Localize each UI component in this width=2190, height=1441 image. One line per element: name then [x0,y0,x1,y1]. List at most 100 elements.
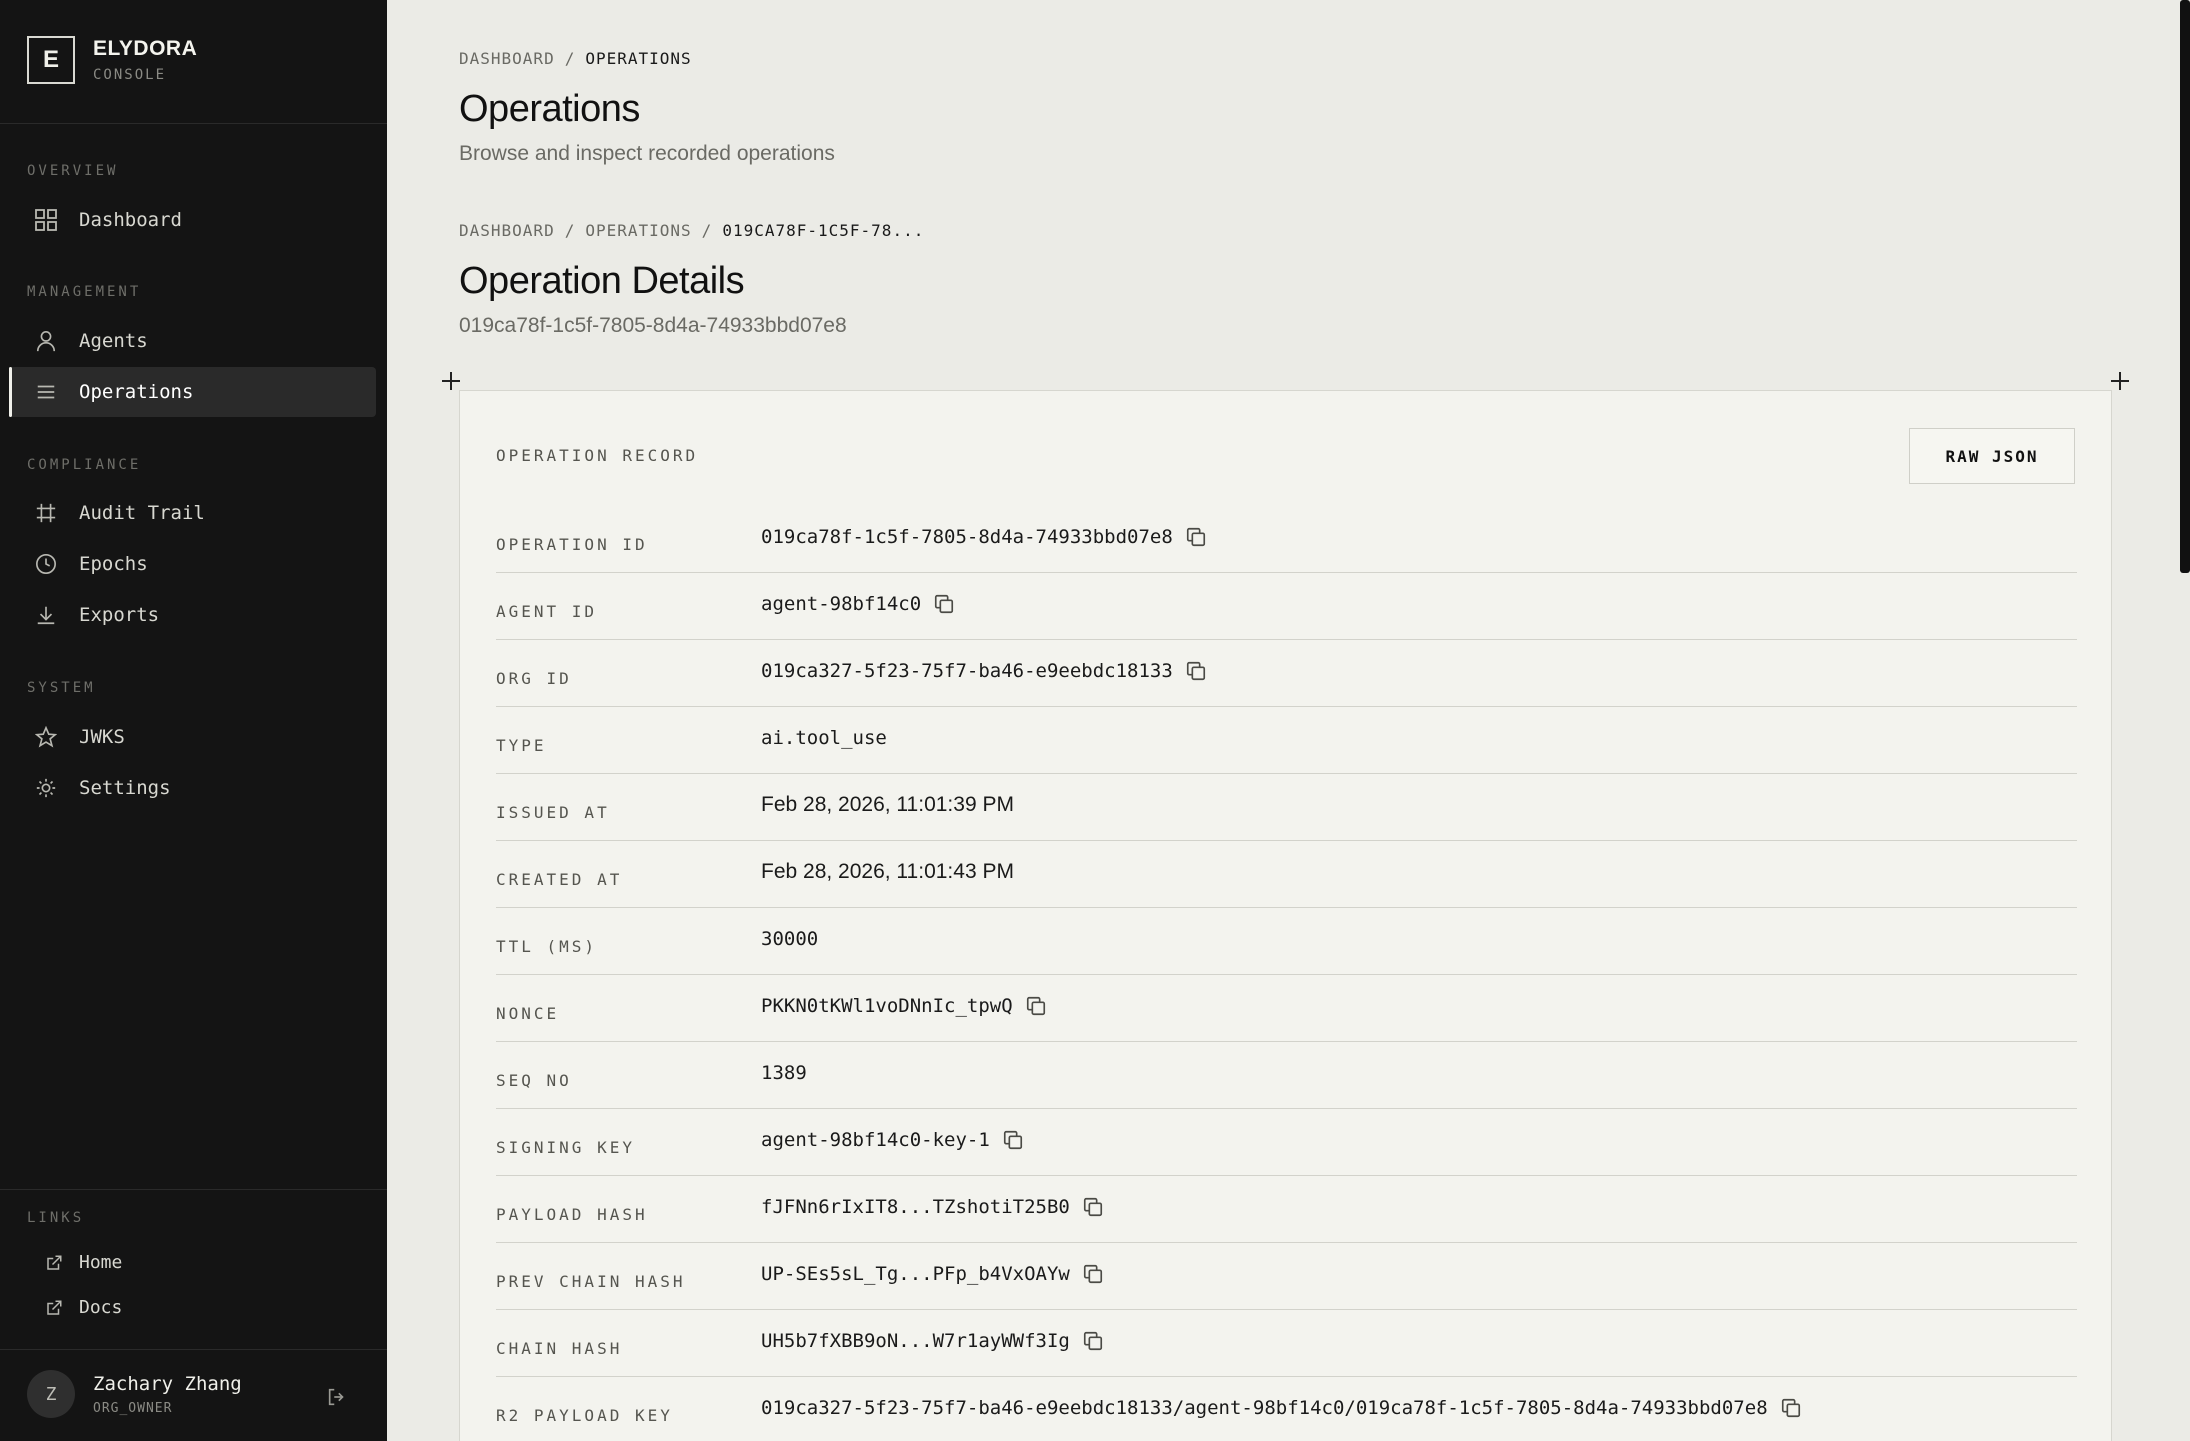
field-value: 30000 [761,928,818,950]
field-value-text: PKKN0tKWl1voDNnIc_tpwQ [761,995,1013,1017]
field-value-text: 30000 [761,928,819,950]
grid-icon [33,207,59,233]
main-content: DASHBOARD / OPERATIONS Operations Browse a… [387,0,2190,1441]
sidebar-item-label: Exports [79,604,160,626]
breadcrumb: DASHBOARD / OPERATIONS [459,49,692,68]
field-value: 019ca327-5f23-75f7-ba46-e9eebdc18133 [761,660,1207,682]
detail-breadcrumb: DASHBOARD / OPERATIONS/019CA78F-1C5F-78... [459,221,925,240]
field-value-text: 019ca78f-1c5f-7805-8d4a-74933bbd07e8 [761,526,1173,548]
sidebar: E ELYDORA CONSOLE OVERVIEW Dashboard MAN… [0,0,387,1441]
record-row: OPERATION ID 019ca78f-1c5f-7805-8d4a-7493… [496,506,2077,573]
record-row: PAYLOAD HASH fJFNn6rIxIT8...TZshotiT25B0 [496,1176,2077,1243]
card-title: OPERATION RECORD [496,446,699,465]
external-link-icon [45,1298,65,1318]
external-link-icon [45,1253,65,1273]
field-value-text: Feb 28, 2026, 11:01:39 PM [761,793,1014,816]
field-value: Feb 28, 2026, 11:01:43 PM [761,860,1014,884]
nav-section-compliance: COMPLIANCE [27,457,142,473]
field-value: 019ca78f-1c5f-7805-8d4a-74933bbd07e8 [761,526,1207,548]
sidebar-item-label: Agents [79,330,148,352]
page-subtitle: Browse and inspect recorded operations [459,142,835,165]
copy-icon[interactable] [1780,1397,1802,1419]
record-fields: OPERATION ID 019ca78f-1c5f-7805-8d4a-7493… [496,506,2077,1441]
record-row: SIGNING KEY agent-98bf14c0-key-1 [496,1109,2077,1176]
gear-icon [33,775,59,801]
link-label: Docs [79,1297,123,1318]
field-value: 019ca327-5f23-75f7-ba46-e9eebdc18133/age… [761,1397,1802,1419]
sidebar-item-exports[interactable]: Exports [9,590,376,640]
brand[interactable]: E ELYDORA CONSOLE [27,36,197,84]
field-label: R2 PAYLOAD KEY [496,1406,673,1425]
field-value: agent-98bf14c0 [761,593,955,615]
link-docs[interactable]: Docs [45,1297,122,1318]
nav-section-system: SYSTEM [27,680,96,696]
field-value: Feb 28, 2026, 11:01:39 PM [761,793,1014,817]
field-value: UH5b7fXBB9oN...W7r1ayWWf3Ig [761,1330,1104,1352]
record-row: TYPE ai.tool_use [496,707,2077,774]
record-row: R2 PAYLOAD KEY 019ca327-5f23-75f7-ba46-e9… [496,1377,2077,1441]
corner-marker [2111,372,2129,390]
field-value-text: UH5b7fXBB9oN...W7r1ayWWf3Ig [761,1330,1070,1352]
sidebar-divider [0,1349,387,1350]
clock-icon [33,551,59,577]
detail-title: Operation Details [459,260,745,302]
logout-icon[interactable] [326,1386,350,1410]
nav-section-links: LINKS [27,1210,85,1226]
breadcrumb-dashboard[interactable]: DASHBOARD [459,221,555,240]
field-label: SEQ NO [496,1071,572,1090]
copy-icon[interactable] [1082,1330,1104,1352]
record-row: NONCE PKKN0tKWl1voDNnIc_tpwQ [496,975,2077,1042]
copy-icon[interactable] [1002,1129,1024,1151]
field-label: CREATED AT [496,870,623,889]
field-value: ai.tool_use [761,727,887,749]
copy-icon[interactable] [1025,995,1047,1017]
copy-icon[interactable] [1082,1263,1104,1285]
field-value-text: Feb 28, 2026, 11:01:43 PM [761,860,1014,883]
link-home[interactable]: Home [45,1252,122,1273]
copy-icon[interactable] [1185,526,1207,548]
sidebar-item-operations[interactable]: Operations [9,367,376,417]
field-label: PREV CHAIN HASH [496,1272,686,1291]
sidebar-item-label: JWKS [79,726,125,748]
user-icon [33,328,59,354]
sidebar-item-dashboard[interactable]: Dashboard [9,195,376,245]
sidebar-item-settings[interactable]: Settings [9,763,376,813]
brand-subtitle: CONSOLE [93,67,167,83]
user-profile[interactable]: Z Zachary Zhang ORG_OWNER [27,1370,242,1418]
record-row: ORG ID 019ca327-5f23-75f7-ba46-e9eebdc181… [496,640,2077,707]
star-icon [33,724,59,750]
field-label: TYPE [496,736,547,755]
sidebar-item-label: Dashboard [79,209,182,231]
scrollbar[interactable] [2180,0,2190,573]
sidebar-item-jwks[interactable]: JWKS [9,712,376,762]
record-row: AGENT ID agent-98bf14c0 [496,573,2077,640]
field-label: CHAIN HASH [496,1339,623,1358]
copy-icon[interactable] [1082,1196,1104,1218]
raw-json-button[interactable]: RAW JSON [1909,428,2075,484]
operation-record-card: OPERATION RECORD RAW JSON OPERATION ID 01… [459,390,2112,1441]
sidebar-divider [0,123,387,124]
copy-icon[interactable] [933,593,955,615]
brand-name: ELYDORA [93,37,198,60]
field-value: UP-SEs5sL_Tg...PFp_b4VxOAYw [761,1263,1104,1285]
brand-logo: E [27,36,75,84]
field-label: NONCE [496,1004,560,1023]
field-label: SIGNING KEY [496,1138,635,1157]
field-value: PKKN0tKWl1voDNnIc_tpwQ [761,995,1047,1017]
field-value-text: agent-98bf14c0 [761,593,922,615]
sidebar-item-epochs[interactable]: Epochs [9,539,376,589]
breadcrumb-dashboard[interactable]: DASHBOARD [459,49,555,68]
breadcrumb-operations[interactable]: OPERATIONS [585,221,691,240]
sidebar-divider [0,1189,387,1190]
field-label: TTL (MS) [496,937,598,956]
record-row: PREV CHAIN HASH UP-SEs5sL_Tg...PFp_b4VxOA… [496,1243,2077,1310]
sidebar-item-agents[interactable]: Agents [9,316,376,366]
copy-icon[interactable] [1185,660,1207,682]
list-icon [33,379,59,405]
field-label: AGENT ID [496,602,598,621]
field-value-text: 019ca327-5f23-75f7-ba46-e9eebdc18133 [761,660,1173,682]
field-value-text: 1389 [761,1062,807,1084]
page-title: Operations [459,88,640,130]
sidebar-item-audit-trail[interactable]: Audit Trail [9,488,376,538]
record-row: ISSUED AT Feb 28, 2026, 11:01:39 PM [496,774,2077,841]
